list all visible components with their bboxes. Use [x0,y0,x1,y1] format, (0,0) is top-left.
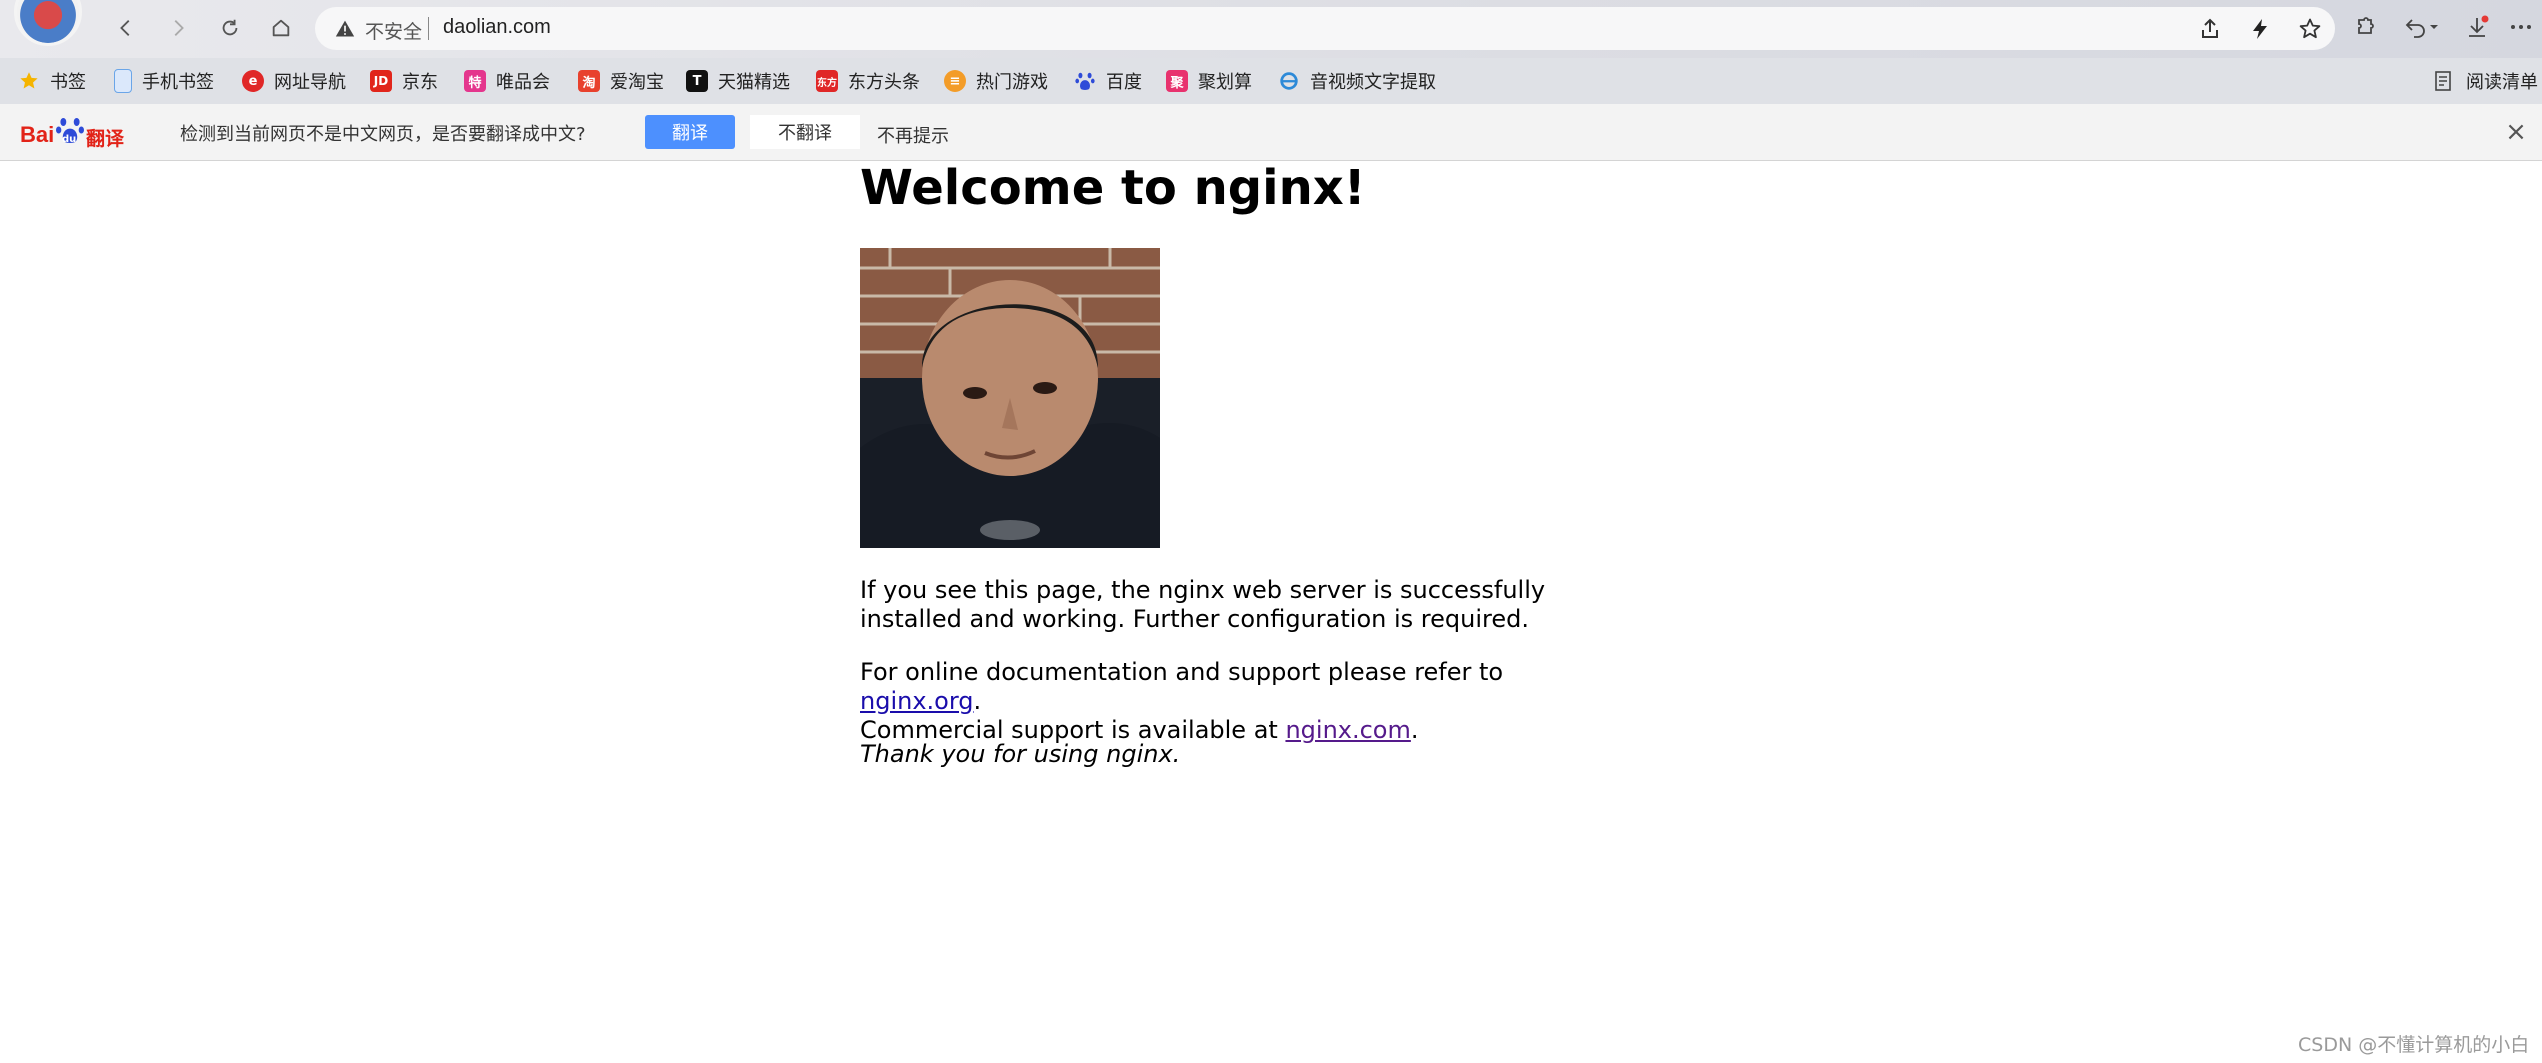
star-icon [18,70,40,92]
bookmark-label: 京东 [402,72,438,93]
extensions-button[interactable] [2352,14,2378,40]
profile-avatar[interactable] [14,0,82,46]
bookmark-item[interactable]: 音视频文字提取 [1278,67,1436,95]
home-icon [272,19,290,37]
baidu-translate-logo: Bai du 翻译 [20,114,126,150]
bookmark-label: 爱淘宝 [610,72,664,93]
back-button[interactable] [108,10,144,46]
address-separator [428,17,429,40]
page-title: Welcome to nginx! [860,160,1366,216]
share-button[interactable] [2197,16,2223,42]
bookmark-label: 手机书签 [142,72,214,93]
bookmark-label: 热门游戏 [976,72,1048,93]
undo-icon [2405,19,2425,38]
phone-icon [114,69,132,93]
puzzle-icon [2358,17,2374,34]
security-status-text: 不安全 [365,21,423,43]
nginx-org-link[interactable]: nginx.org [860,687,974,715]
bookmark-item[interactable]: e 网址导航 [242,67,346,95]
back-arrow-icon [120,20,130,36]
jd-icon: JD [370,70,392,92]
juhuasuan-icon: 聚 [1166,70,1188,92]
more-menu-button[interactable] [2508,14,2534,40]
nginx-com-link[interactable]: nginx.com [1285,716,1410,744]
bookmark-label: 东方头条 [848,72,920,93]
bookmark-label: 网址导航 [274,72,346,93]
no-translate-button[interactable]: 不翻译 [750,115,860,149]
address-bar[interactable]: 不安全 daolian.com [315,7,2335,50]
reading-list-button[interactable]: 阅读清单 [2432,67,2538,95]
thanks-paragraph: Thank you for using nginx. [860,740,1181,768]
share-icon [2202,18,2218,38]
ie-icon [1278,70,1300,92]
star-outline-icon [2299,18,2321,39]
translate-button[interactable]: 翻译 [645,115,735,149]
downloads-button[interactable] [2464,14,2490,40]
download-icon [2469,15,2489,37]
bookmark-item[interactable]: 特 唯品会 [464,67,550,95]
more-dots-icon [2511,25,2531,29]
bookmark-item[interactable]: JD 京东 [370,67,438,95]
profile-photo [860,248,1160,548]
browser-toolbar: 不安全 daolian.com [0,0,2542,58]
nav-icon: e [242,70,264,92]
intro-paragraph: If you see this page, the nginx web serv… [860,576,1546,633]
warning-icon[interactable] [335,19,355,39]
favorite-button[interactable] [2297,16,2323,42]
tmall-icon: T [686,70,708,92]
url-text[interactable]: daolian.com [443,16,551,39]
bookmark-label: 聚划算 [1198,72,1252,93]
csdn-watermark: CSDN @不懂计算机的小白 [2298,1034,2530,1056]
game-icon: ≡ [944,70,966,92]
taobao-icon: 淘 [578,70,600,92]
bookmark-label: 百度 [1106,72,1142,93]
bookmark-item[interactable]: 手机书签 [114,67,214,95]
bookmark-label: 书签 [50,72,86,93]
translate-bar: Bai du 翻译 检测到当前网页不是中文网页，是否要翻译成中文? 翻译 不翻译… [0,104,2542,161]
close-icon[interactable]: × [2503,119,2529,145]
lightning-button[interactable] [2247,16,2273,42]
bookmark-item[interactable]: 聚 聚划算 [1166,67,1252,95]
lightning-icon [2253,19,2267,39]
forward-button[interactable] [160,10,196,46]
bookmark-label: 音视频文字提取 [1310,72,1436,93]
never-prompt-button[interactable]: 不再提示 [877,122,949,148]
bookmark-item[interactable]: T 天猫精选 [686,67,790,95]
reading-list-icon [2432,70,2454,92]
docs-paragraph: For online documentation and support ple… [860,658,1504,744]
baidu-icon [1074,70,1096,92]
bookmarks-bar: 书签 手机书签 e 网址导航 JD 京东 特 唯品会 淘 爱淘宝 T 天猫精选 … [0,58,2542,104]
bookmark-label: 天猫精选 [718,72,790,93]
home-button[interactable] [263,10,299,46]
chevron-down-icon [2430,25,2438,29]
reading-list-label: 阅读清单 [2466,72,2538,93]
bookmark-label: 唯品会 [496,72,550,93]
undo-button[interactable] [2402,14,2442,40]
forward-arrow-icon [174,20,184,36]
reload-icon [222,19,238,36]
bookmark-item[interactable]: 书签 [18,67,86,95]
reload-button[interactable] [212,10,248,46]
translate-message: 检测到当前网页不是中文网页，是否要翻译成中文? [180,124,586,145]
bookmark-item[interactable]: 东方 东方头条 [816,67,920,95]
vip-icon: 特 [464,70,486,92]
toutiao-icon: 东方 [816,70,838,92]
bookmark-item[interactable]: ≡ 热门游戏 [944,67,1048,95]
bookmark-item[interactable]: 淘 爱淘宝 [578,67,664,95]
bookmark-item[interactable]: 百度 [1074,67,1142,95]
